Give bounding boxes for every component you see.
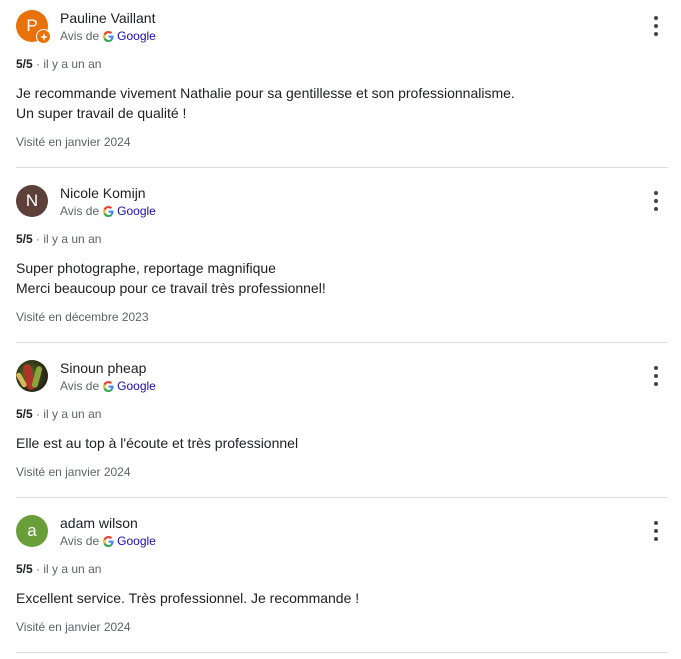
reviewer-name[interactable]: Sinoun pheap: [60, 360, 146, 376]
review-time: il y a un an: [43, 407, 102, 421]
review-source: Avis de Google: [60, 29, 156, 43]
avatar-letter: N: [25, 191, 39, 210]
review-text-line: Merci beaucoup pour ce travail très prof…: [16, 280, 326, 296]
rating: 5/5: [16, 407, 33, 421]
google-link[interactable]: Google: [117, 534, 156, 548]
visit-date: Visité en janvier 2024: [16, 135, 131, 149]
google-g-icon: [103, 380, 114, 392]
visit-date: Visité en décembre 2023: [16, 310, 149, 324]
reviewer-name[interactable]: adam wilson: [60, 515, 138, 531]
more-vert-icon[interactable]: [652, 521, 660, 541]
visit-date: Visité en janvier 2024: [16, 465, 131, 479]
google-g-icon: [103, 30, 114, 42]
review-time: il y a un an: [43, 57, 102, 71]
review-source: Avis de Google: [60, 534, 156, 548]
review-text-line: Elle est au top à l'écoute et très profe…: [16, 435, 299, 451]
google-link[interactable]: Google: [117, 29, 156, 43]
review-card: P Pauline Vaillant Avis de Google 5/5 · …: [16, 0, 668, 168]
more-vert-icon[interactable]: [652, 191, 660, 211]
source-label: Avis de: [60, 379, 100, 393]
avatar[interactable]: P: [16, 10, 51, 44]
review-time: il y a un an: [43, 562, 102, 576]
review-text-line: Excellent service. Très professionnel. J…: [16, 590, 360, 606]
review-text: Excellent service. Très professionnel. J…: [16, 588, 359, 608]
rating: 5/5: [16, 232, 33, 246]
review-text: Elle est au top à l'écoute et très profe…: [16, 433, 298, 453]
review-text-line: Je recommande vivement Nathalie pour sa …: [16, 85, 515, 101]
review-source: Avis de Google: [60, 204, 156, 218]
google-link[interactable]: Google: [117, 204, 156, 218]
local-guide-star-icon: [36, 29, 51, 44]
rating: 5/5: [16, 562, 33, 576]
google-g-icon: [103, 535, 114, 547]
google-g-icon: [103, 205, 114, 217]
review-text-line: Super photographe, reportage magnifique: [16, 260, 276, 276]
review-card: a adam wilson Avis de Google 5/5 · il y …: [16, 505, 668, 653]
source-label: Avis de: [60, 204, 100, 218]
reviewer-name[interactable]: Nicole Komijn: [60, 185, 146, 201]
review-card: Sinoun pheap Avis de Google 5/5 · il y a…: [16, 350, 668, 498]
avatar[interactable]: N: [16, 185, 48, 217]
reviewer-name[interactable]: Pauline Vaillant: [60, 10, 155, 26]
review-text: Super photographe, reportage magnifique …: [16, 258, 326, 298]
review-card: N Nicole Komijn Avis de Google 5/5 · il …: [16, 175, 668, 343]
review-meta: 5/5 · il y a un an: [16, 562, 102, 576]
rating: 5/5: [16, 57, 33, 71]
more-vert-icon[interactable]: [652, 366, 660, 386]
review-meta: 5/5 · il y a un an: [16, 232, 102, 246]
review-time: il y a un an: [43, 232, 102, 246]
google-link[interactable]: Google: [117, 379, 156, 393]
avatar[interactable]: a: [16, 515, 48, 547]
source-label: Avis de: [60, 29, 100, 43]
review-text-line: Un super travail de qualité !: [16, 105, 187, 121]
review-meta: 5/5 · il y a un an: [16, 407, 102, 421]
visit-date: Visité en janvier 2024: [16, 620, 131, 634]
avatar-letter: a: [27, 521, 37, 540]
review-meta: 5/5 · il y a un an: [16, 57, 102, 71]
avatar[interactable]: [16, 360, 48, 392]
more-vert-icon[interactable]: [652, 16, 660, 36]
review-source: Avis de Google: [60, 379, 156, 393]
source-label: Avis de: [60, 534, 100, 548]
review-text: Je recommande vivement Nathalie pour sa …: [16, 83, 515, 123]
